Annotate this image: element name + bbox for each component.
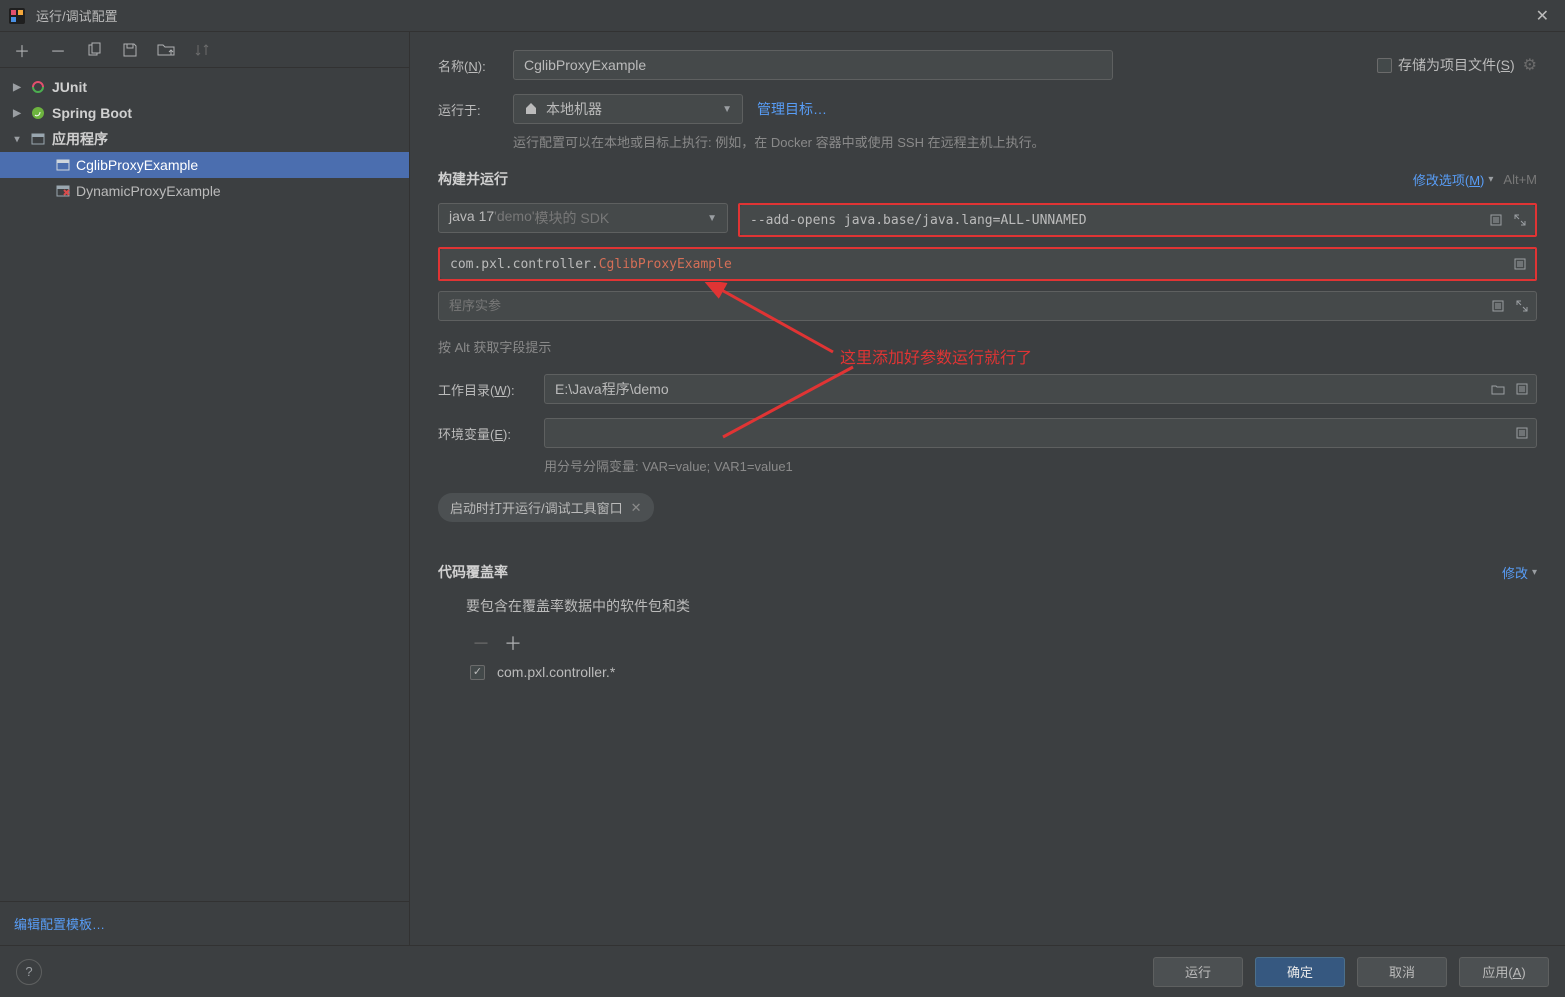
env-label: 环境变量(E): — [438, 424, 544, 443]
pill-label: 启动时打开运行/调试工具窗口 — [450, 498, 623, 517]
tree-item-label: DynamicProxyExample — [76, 183, 221, 199]
cancel-button[interactable]: 取消 — [1357, 957, 1447, 987]
close-icon[interactable]: ✕ — [1528, 2, 1557, 30]
sidebar-footer: 编辑配置模板… — [0, 901, 409, 945]
expand-window-icon[interactable] — [1511, 211, 1529, 229]
window-title: 运行/调试配置 — [36, 6, 1528, 25]
spring-icon — [30, 105, 46, 121]
app-item-icon — [56, 158, 70, 172]
chevron-down-icon: ▾ — [10, 134, 24, 145]
ok-button[interactable]: 确定 — [1255, 957, 1345, 987]
main-class-prefix: com.pxl.controller. — [450, 257, 599, 272]
run-on-label: 运行于: — [438, 100, 513, 119]
tree-item-cglib[interactable]: CglibProxyExample — [0, 152, 409, 178]
application-icon — [30, 131, 46, 147]
chevron-down-icon: ▼ — [707, 213, 717, 224]
env-input[interactable] — [544, 418, 1537, 448]
save-config-icon[interactable] — [120, 40, 140, 60]
env-hint: 用分号分隔变量: VAR=value; VAR1=value1 — [544, 456, 1537, 475]
chevron-right-icon: ▶ — [10, 82, 24, 93]
tree-group-label: Spring Boot — [52, 105, 132, 121]
expand-list-icon[interactable] — [1511, 255, 1529, 273]
manage-targets-link[interactable]: 管理目标… — [757, 99, 827, 119]
home-icon — [524, 101, 538, 118]
store-as-file-label: 存储为项目文件(S) — [1398, 55, 1515, 75]
pill-close-icon[interactable]: ✕ — [631, 500, 642, 516]
tree-item-label: CglibProxyExample — [76, 157, 198, 173]
run-on-select[interactable]: 本地机器 ▼ — [513, 94, 743, 124]
name-label: 名称(N): — [438, 56, 513, 75]
jdk-select[interactable]: java 17 'demo' 模块的 SDK ▼ — [438, 203, 728, 233]
modify-options-kbd: Alt+M — [1503, 172, 1537, 187]
config-tree: ▶ JUnit ▶ Spring Boot ▾ 应用程序 — [0, 68, 409, 901]
junit-icon — [30, 79, 46, 95]
main-class-name: CglibProxyExample — [599, 257, 732, 272]
coverage-remove-icon[interactable]: － — [472, 630, 490, 656]
bottom-bar: ? 运行 确定 取消 应用(A) — [0, 945, 1565, 997]
chevron-down-icon: ▼ — [722, 104, 732, 115]
remove-config-icon[interactable]: － — [48, 40, 68, 60]
coverage-subtitle: 要包含在覆盖率数据中的软件包和类 — [466, 596, 1537, 616]
coverage-item-label: com.pxl.controller.* — [497, 664, 615, 680]
modify-options-link[interactable]: 修改选项(M) — [1413, 170, 1485, 189]
run-on-hint: 运行配置可以在本地或目标上执行: 例如，在 Docker 容器中或使用 SSH … — [513, 132, 1537, 151]
coverage-add-icon[interactable]: ＋ — [504, 630, 522, 656]
sort-config-icon[interactable] — [192, 40, 212, 60]
tree-item-dynamic[interactable]: DynamicProxyExample — [0, 178, 409, 204]
tree-group-label: JUnit — [52, 79, 87, 95]
sidebar-toolbar: ＋ － — [0, 32, 409, 68]
vm-options-input[interactable] — [740, 205, 1535, 235]
chevron-right-icon: ▶ — [10, 108, 24, 119]
browse-folder-icon[interactable] — [1489, 380, 1507, 398]
app-icon — [8, 7, 26, 25]
checkbox-icon — [1377, 58, 1392, 73]
jdk-value: java 17 'demo' 模块的 SDK — [449, 208, 609, 228]
run-on-value: 本地机器 — [546, 99, 602, 119]
alt-hint: 按 Alt 获取字段提示 — [438, 331, 1537, 374]
name-input[interactable] — [513, 50, 1113, 80]
store-as-file-checkbox[interactable]: 存储为项目文件(S) — [1377, 55, 1515, 75]
coverage-title: 代码覆盖率 — [438, 562, 508, 582]
workdir-input[interactable] — [544, 374, 1537, 404]
coverage-modify-link[interactable]: 修改 — [1502, 563, 1528, 582]
tree-group-label: 应用程序 — [52, 129, 108, 149]
build-run-title: 构建并运行 — [438, 169, 508, 189]
gear-icon: ⚙ — [1523, 55, 1537, 75]
folder-config-icon[interactable] — [156, 40, 176, 60]
open-tool-window-pill[interactable]: 启动时打开运行/调试工具窗口 ✕ — [438, 493, 654, 522]
app-item-invalid-icon — [56, 184, 70, 198]
chevron-down-icon: ▾ — [1532, 567, 1537, 578]
tree-group-junit[interactable]: ▶ JUnit — [0, 74, 409, 100]
config-panel: 名称(N): 存储为项目文件(S) ⚙ 运行于: 本地机器 ▼ 管理目标… 运行… — [410, 32, 1565, 945]
expand-list-icon[interactable] — [1487, 211, 1505, 229]
chevron-down-icon: ▾ — [1488, 174, 1493, 185]
expand-list-icon[interactable] — [1513, 380, 1531, 398]
program-args-input[interactable] — [438, 291, 1537, 321]
expand-window-icon[interactable] — [1513, 297, 1531, 315]
edit-templates-link[interactable]: 编辑配置模板… — [14, 917, 105, 932]
main-class-input[interactable]: com.pxl.controller.CglibProxyExample — [440, 249, 1535, 279]
coverage-list-item[interactable]: com.pxl.controller.* — [466, 660, 1537, 684]
copy-config-icon[interactable] — [84, 40, 104, 60]
expand-list-icon[interactable] — [1513, 424, 1531, 442]
tree-group-springboot[interactable]: ▶ Spring Boot — [0, 100, 409, 126]
add-config-icon[interactable]: ＋ — [12, 40, 32, 60]
tree-group-application[interactable]: ▾ 应用程序 — [0, 126, 409, 152]
workdir-label: 工作目录(W): — [438, 380, 544, 399]
apply-button[interactable]: 应用(A) — [1459, 957, 1549, 987]
run-button[interactable]: 运行 — [1153, 957, 1243, 987]
checkbox-icon[interactable] — [470, 665, 485, 680]
title-bar: 运行/调试配置 ✕ — [0, 0, 1565, 32]
help-icon[interactable]: ? — [16, 959, 42, 985]
expand-list-icon[interactable] — [1489, 297, 1507, 315]
sidebar: ＋ － ▶ JUnit ▶ — [0, 32, 410, 945]
